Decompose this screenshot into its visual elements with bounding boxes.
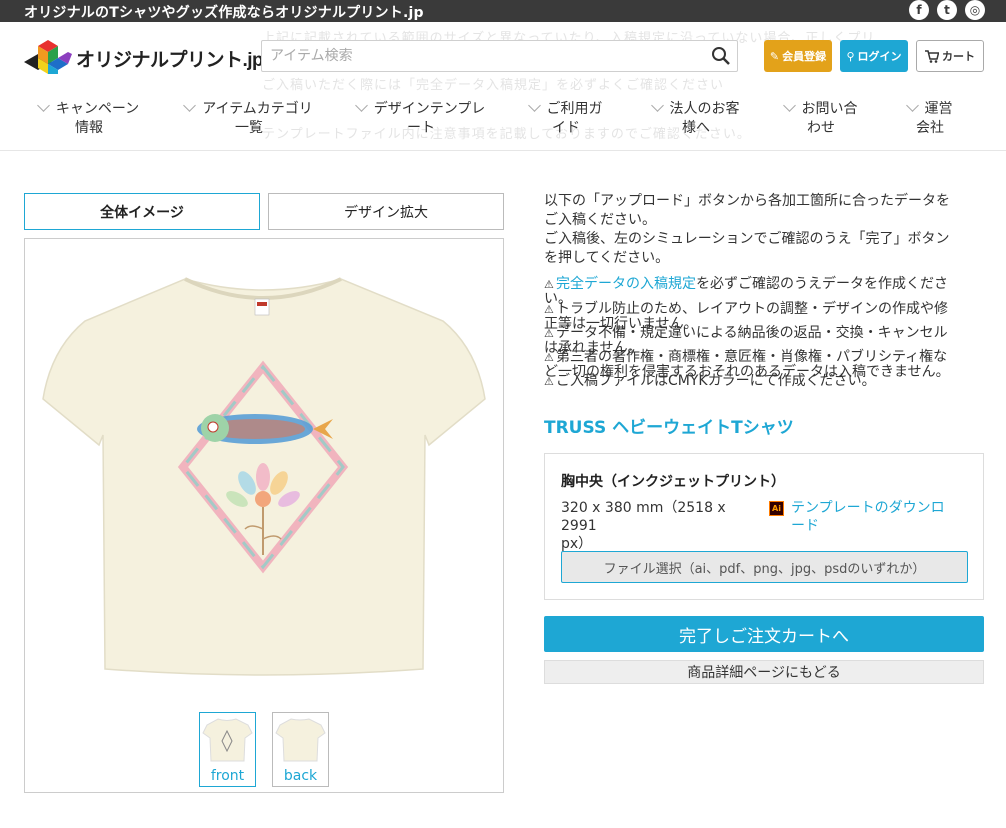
facebook-icon[interactable]: f [909,0,929,20]
register-label: 会員登録 [782,50,827,63]
note-text: トラブル防止のため、レイアウトの調整・デザインの作成や修 [556,301,948,317]
nav-label: デザインテンプレ [373,101,486,117]
warning-icon: ⚠ [544,278,554,291]
warning-icon: ⚠ [544,327,554,340]
nav-label: 会社 [916,120,944,136]
register-button[interactable]: ✎ 会員登録 [764,40,832,72]
nav-label: ご利用ガ [546,101,603,117]
cart-icon [925,49,939,63]
instagram-icon[interactable]: ◎ [965,0,985,20]
chevron-down-icon [354,99,368,112]
nav-campaign[interactable]: キャンペーン 情報 [34,99,144,138]
chevron-down-icon [650,99,664,112]
warning-icon: ⚠ [544,351,554,364]
tshirt-preview [24,238,504,793]
complete-order-button[interactable]: 完了しご注文カートへ [544,616,984,652]
nav-label: 運営 [924,101,953,117]
instruction-text: 以下の「アップロード」ボタンから各加工箇所に合ったデータを [544,193,950,209]
warning-icon: ⚠ [544,375,554,388]
nav-item-categories[interactable]: アイテムカテゴリ 一覧 [178,99,320,138]
thumbnail-back-label: back [283,768,318,784]
site-tagline: オリジナルのTシャツやグッズ作成ならオリジナルプリント.jp [24,5,424,21]
logo-text: オリジナルプリント.jp [76,50,264,71]
product-title: TRUSS ヘビーウェイトTシャツ [544,418,794,438]
instruction-text: ご入稿ください。 [544,212,656,228]
nav-divider [0,150,1006,151]
upload-instructions: 以下の「アップロード」ボタンから各加工箇所に合ったデータを ご入稿ください。 ご… [544,192,984,268]
note-text: 第三者の著作権・商標権・意匠権・肖像権・パブリシティ権な [556,349,948,365]
thumbnail-front-label: front [210,768,245,784]
nav-label: わせ [807,120,835,136]
instruction-text: ご入稿後、左のシミュレーションでご確認のうえ「完了」ボタン [544,231,950,247]
complete-data-rules-link[interactable]: 完全データの入稿規定 [556,276,696,292]
note-text: ご入稿ファイルはCMYKカラーにて作成ください。 [556,373,876,389]
upload-area: 胸中央（インクジェットプリント） 320 x 380 mm（2518 x 299… [544,453,984,600]
background-notice-text: ご入稿いただく際には「完全データ入稿規定」を必ずよくご確認ください [262,78,725,93]
site-logo[interactable]: オリジナルプリント.jp [24,40,264,78]
nav-company[interactable]: 運営 会社 [902,99,958,138]
search-box [261,40,738,72]
search-input[interactable] [262,41,702,71]
nav-label: ート [407,120,435,136]
chevron-down-icon [527,99,541,112]
warning-icon: ⚠ [544,303,554,316]
user-icon: ⚲ [846,49,855,63]
chevron-down-icon [183,99,197,112]
note-cmyk: ⚠ ご入稿ファイルはCMYKカラーにて作成ください。 [544,374,984,389]
login-button[interactable]: ⚲ ログイン [840,40,908,72]
print-size-text: 320 x 380 mm（2518 x 2991 [561,500,726,534]
nav-label: 一覧 [235,120,263,136]
pencil-icon: ✎ [769,49,780,63]
thumbnail-front[interactable]: front [199,712,256,787]
file-select-button[interactable]: ファイル選択（ai、pdf、png、jpg、psdのいずれか） [561,551,968,583]
nav-corporate[interactable]: 法人のお客 様へ [646,99,746,138]
chevron-down-icon [36,99,50,112]
nav-design-templates[interactable]: デザインテンプレ ート [350,99,492,138]
nav-label: 法人のお客 [669,101,740,117]
cart-label: カート [942,50,975,63]
twitter-icon[interactable]: t [937,0,957,20]
template-download-link[interactable]: テンプレートのダウンロ ード [769,499,969,535]
thumbnail-back-image [275,718,326,762]
instruction-text: を押してください。 [544,250,670,266]
print-size: 320 x 380 mm（2518 x 2991 px） [561,499,761,553]
top-bar: オリジナルのTシャツやグッズ作成ならオリジナルプリント.jp f t ◎ [0,0,1006,22]
nav-label: キャンペーン [55,101,140,117]
tshirt-image [42,277,486,676]
login-label: ログイン [857,50,902,63]
tab-design-zoom[interactable]: デザイン拡大 [268,193,504,230]
nav-label: アイテムカテゴリ [202,101,313,117]
chevron-down-icon [905,99,919,112]
note-text: を必ずご確認のうえデータを作成くださ [696,276,948,292]
nav-contact[interactable]: お問い合 わせ [780,99,862,138]
tab-overview[interactable]: 全体イメージ [24,193,260,230]
cart-button[interactable]: カート [916,40,984,72]
back-to-product-button[interactable]: 商品詳細ページにもどる [544,660,984,684]
chevron-down-icon [782,99,796,112]
thumbnail-back[interactable]: back [272,712,329,787]
nav-usage-guide[interactable]: ご利用ガ イド [522,99,610,138]
nav-label: 様へ [682,120,710,136]
template-link-text: ード [791,518,819,534]
logo-cube-icon [24,40,72,74]
nav-label: お問い合 [801,101,858,117]
print-location: 胸中央（インクジェットプリント） [561,474,785,490]
nav-label: 情報 [75,120,103,136]
search-icon[interactable] [711,46,731,66]
nav-label: イド [552,120,580,136]
note-text: データ不備・規定違いによる納品後の返品・交換・キャンセル [556,325,948,341]
thumbnail-front-image [202,718,253,762]
template-link-text: テンプレートのダウンロ [791,500,945,516]
